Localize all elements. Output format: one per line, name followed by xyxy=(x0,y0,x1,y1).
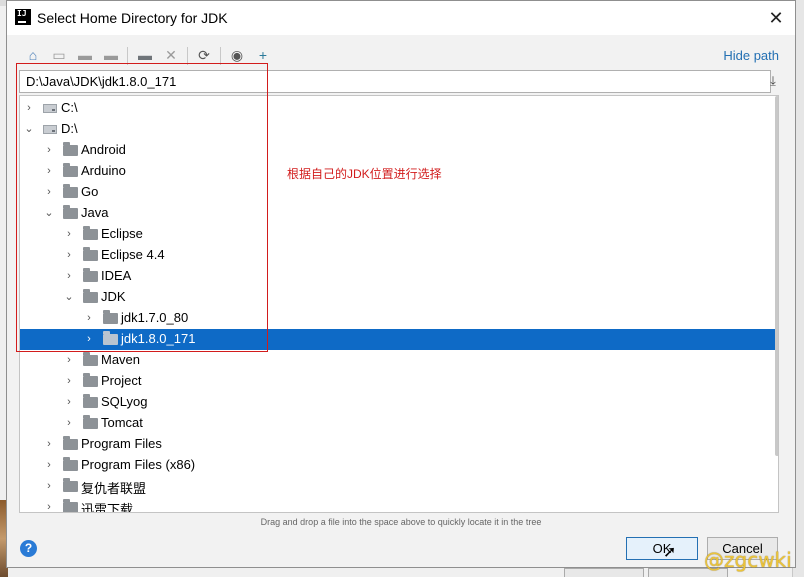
chevron-right-icon[interactable]: › xyxy=(63,392,75,413)
tree-item-maven[interactable]: › Maven xyxy=(20,350,778,371)
tree-scrollbar[interactable] xyxy=(775,96,778,456)
folder-icon xyxy=(63,457,78,471)
drag-drop-hint: Drag and drop a file into the space abov… xyxy=(260,517,542,527)
tree-item-label: Maven xyxy=(101,352,141,367)
tree-item-label: 复仇者联盟 xyxy=(81,481,147,496)
tree-item-label: SQLyog xyxy=(101,394,148,409)
intellij-app-icon: IJ xyxy=(15,9,31,25)
download-arrow-icon[interactable]: ⤓ xyxy=(765,72,781,90)
home-icon[interactable]: ⌂ xyxy=(25,47,41,63)
hide-path-link[interactable]: Hide path xyxy=(723,48,779,63)
folder-icon xyxy=(83,352,98,366)
folder-icon xyxy=(83,415,98,429)
tree-item-program-files-x86[interactable]: › Program Files (x86) xyxy=(20,455,778,476)
tree-item-label: 迅雷下载 xyxy=(81,502,134,513)
add-icon[interactable]: + xyxy=(255,47,271,63)
new-folder-icon[interactable]: ▬ xyxy=(137,47,153,63)
tree-item-tomcat[interactable]: › Tomcat xyxy=(20,413,778,434)
tree-item-label: Project xyxy=(101,373,142,388)
chevron-right-icon[interactable]: › xyxy=(43,434,55,455)
tree-item-project[interactable]: › Project xyxy=(20,371,778,392)
watermark: @zgcwki xyxy=(704,548,792,572)
folder-icon xyxy=(83,373,98,387)
select-jdk-dialog: IJ Select Home Directory for JDK ✕ ⌂ ▭ ▬… xyxy=(6,0,796,568)
ok-button[interactable]: OK xyxy=(626,537,698,560)
tree-item-program-files[interactable]: › Program Files xyxy=(20,434,778,455)
dialog-title: Select Home Directory for JDK xyxy=(37,10,228,26)
folder-icon xyxy=(63,499,78,512)
annotation-highlight-box xyxy=(16,63,268,352)
folder-icon xyxy=(63,436,78,450)
folder-icon xyxy=(63,478,78,492)
chevron-right-icon[interactable]: › xyxy=(43,497,55,512)
chevron-right-icon[interactable]: › xyxy=(43,476,55,497)
tree-item-xunlei-download[interactable]: › 迅雷下载 xyxy=(20,497,778,513)
show-hidden-icon[interactable]: ◉ xyxy=(229,47,245,63)
refresh-icon[interactable]: ⟳ xyxy=(196,47,212,63)
module-folder-icon[interactable]: ▬ xyxy=(103,47,119,63)
chevron-right-icon[interactable]: › xyxy=(43,455,55,476)
annotation-text: 根据自己的JDK位置进行选择 xyxy=(287,167,442,181)
tree-item-sqlyog[interactable]: › SQLyog xyxy=(20,392,778,413)
tree-item-label: Program Files xyxy=(81,436,162,451)
project-folder-icon[interactable]: ▬ xyxy=(77,47,93,63)
tree-item-label: Program Files (x86) xyxy=(81,457,196,472)
chevron-right-icon[interactable]: › xyxy=(63,413,75,434)
chevron-right-icon[interactable]: › xyxy=(63,371,75,392)
mouse-cursor-icon: ➚ xyxy=(663,544,677,561)
help-button[interactable]: ? xyxy=(20,540,37,557)
chevron-right-icon[interactable]: › xyxy=(63,350,75,371)
title-bar: IJ Select Home Directory for JDK ✕ xyxy=(7,1,795,35)
close-button[interactable]: ✕ xyxy=(765,7,787,29)
tree-item-label: Tomcat xyxy=(101,415,143,430)
folder-icon xyxy=(83,394,98,408)
delete-icon[interactable]: ✕ xyxy=(163,47,179,63)
tree-item-avengers[interactable]: › 复仇者联盟 xyxy=(20,476,778,497)
desktop-icon[interactable]: ▭ xyxy=(51,47,67,63)
background-button xyxy=(564,568,644,577)
